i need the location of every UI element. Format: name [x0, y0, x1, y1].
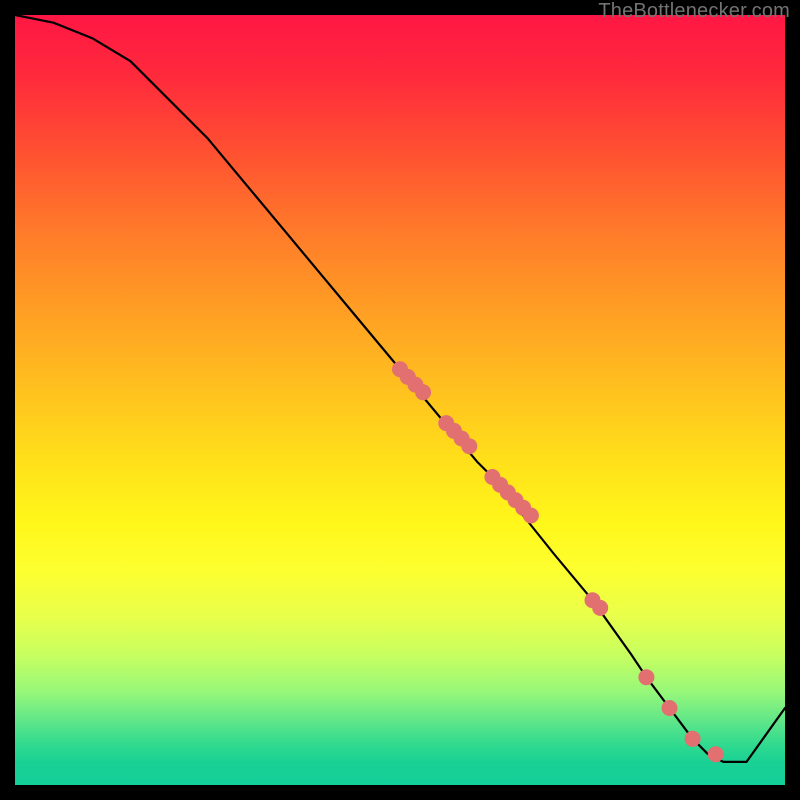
chart-container: TheBottlenecker.com: [0, 0, 800, 800]
attribution-label: TheBottlenecker.com: [598, 0, 790, 23]
gradient-background: [15, 15, 785, 785]
